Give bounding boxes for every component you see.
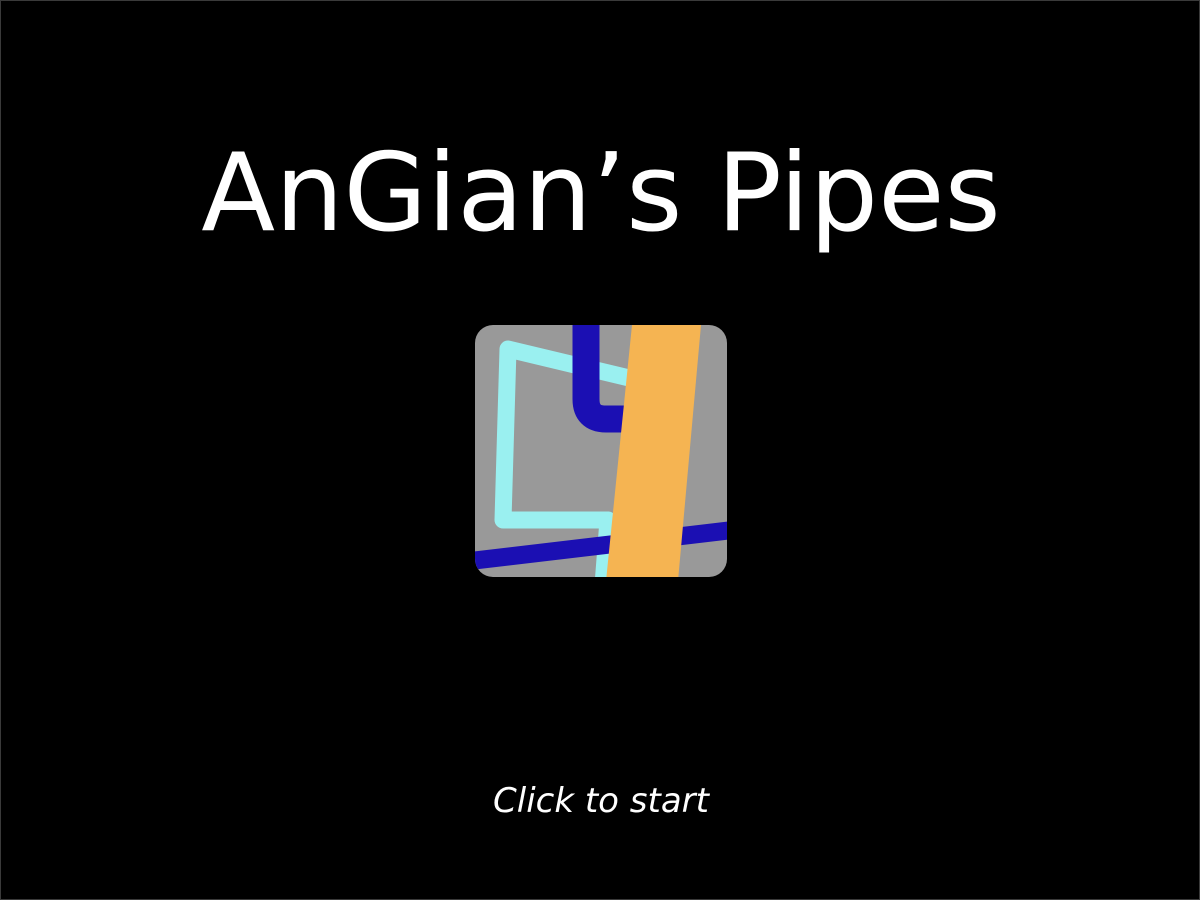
pipes-logo-icon <box>475 325 727 577</box>
click-to-start-prompt[interactable]: Click to start <box>1 779 1200 823</box>
title-screen[interactable]: AnGian’s Pipes Click to start <box>0 0 1200 900</box>
game-title: AnGian’s Pipes <box>201 131 1001 256</box>
